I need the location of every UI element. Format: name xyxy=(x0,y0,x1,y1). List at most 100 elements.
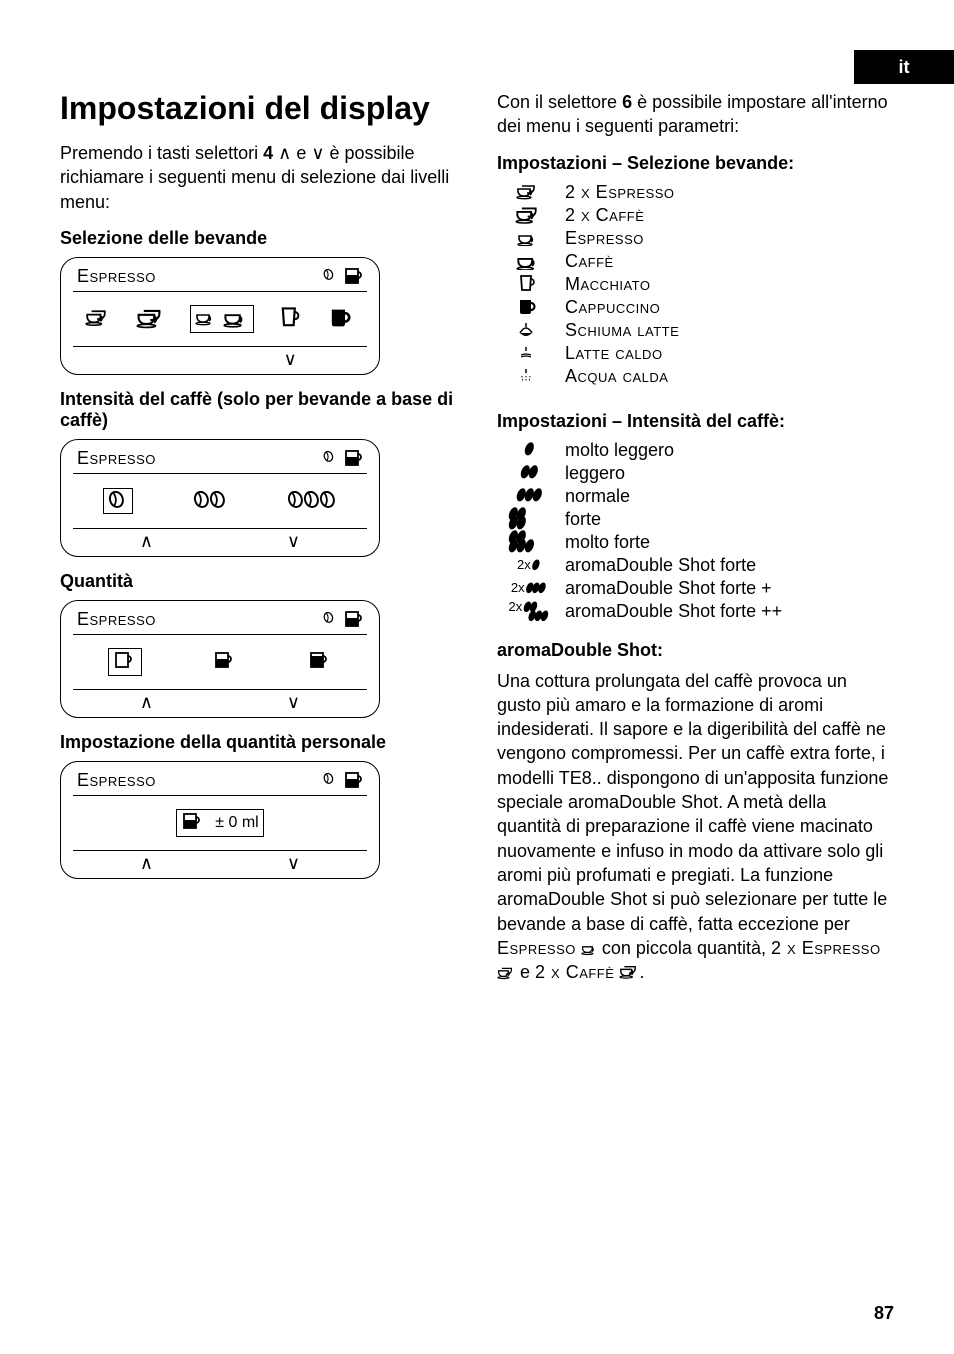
list-item: ⬮⬮leggero xyxy=(507,463,894,484)
section-intensity-settings: Impostazioni – Intensità del caffè: xyxy=(497,411,894,432)
aroma-2caf: 2 x Caffè xyxy=(535,962,614,982)
aroma-body-1: Una cottura prolungata del caffè provoca… xyxy=(497,671,888,934)
display-title: Espresso xyxy=(77,609,156,630)
list-label: aromaDouble Shot forte + xyxy=(565,578,772,599)
list-item: Macchiato xyxy=(507,274,894,295)
size-cup-icon xyxy=(343,449,363,467)
page-number: 87 xyxy=(874,1303,894,1324)
cappuccino-icon xyxy=(507,297,547,317)
cup-full-icon xyxy=(308,651,332,673)
list-item: ⬮⬮⬮⬮ forte xyxy=(507,509,894,530)
list-label: 2 x Espresso xyxy=(565,182,675,203)
list-item: 2x ⬮⬮ ⬮⬮⬮ aromaDouble Shot forte ++ xyxy=(507,601,894,622)
chevron-up-icon: ∧ xyxy=(278,143,291,163)
selected-group xyxy=(108,648,142,676)
double-shot-2-icon: 2x ⬮⬮⬮ xyxy=(507,580,547,596)
double-espresso-icon xyxy=(85,308,111,330)
chevron-down-icon: ∨ xyxy=(287,693,300,711)
bean-icon xyxy=(108,491,128,511)
beans-2-icon xyxy=(193,491,227,511)
cup-mid-icon xyxy=(213,651,237,673)
display-beverage-selection: Espresso xyxy=(60,257,380,375)
selected-group: ± 0 ml xyxy=(176,809,263,837)
section-beverage-settings: Impostazioni – Selezione bevande: xyxy=(497,153,894,174)
espresso-icon xyxy=(195,309,217,329)
beverage-list: 2 x Espresso 2 x Caffè Espresso Caffè Ma… xyxy=(507,182,894,387)
aroma-body: Una cottura prolungata del caffè provoca… xyxy=(497,669,894,985)
size-cup-icon xyxy=(343,267,363,285)
list-label: molto forte xyxy=(565,532,650,553)
intro-mid: e xyxy=(291,143,311,163)
right-column: Con il selettore 6 è possibile impostare… xyxy=(497,90,894,984)
section-label-beverage: Selezione delle bevande xyxy=(60,228,457,249)
display-title: Espresso xyxy=(77,770,156,791)
list-item: Espresso xyxy=(507,228,894,249)
r-intro-key: 6 xyxy=(622,92,632,112)
section-label-personal-qty: Impostazione della quantità personale xyxy=(60,732,457,753)
display-intensity: Espresso xyxy=(60,439,380,557)
page-title: Impostazioni del display xyxy=(60,90,457,127)
double-shot-1-icon: 2x ⬮ xyxy=(507,557,547,573)
list-item: Cappuccino xyxy=(507,297,894,318)
intensity-list: ⬮ molto leggero ⬮⬮leggero ⬮⬮⬮normale ⬮⬮⬮⬮… xyxy=(507,440,894,622)
double-espresso-icon xyxy=(507,183,547,201)
list-item: 2x ⬮ aromaDouble Shot forte xyxy=(507,555,894,576)
display-quantity: Espresso ∧ ∨ xyxy=(60,600,380,718)
list-label: Espresso xyxy=(565,228,644,249)
list-item: Schiuma latte xyxy=(507,320,894,341)
aroma-2esp: 2 x Espresso xyxy=(771,938,881,958)
chevron-down-icon: ∨ xyxy=(287,854,300,872)
beans-1-icon: ⬮ xyxy=(507,441,547,459)
display-title: Espresso xyxy=(77,266,156,287)
aroma-mid: con piccola quantità, xyxy=(597,938,771,958)
list-label: forte xyxy=(565,509,601,530)
language-tab: it xyxy=(854,50,954,84)
espresso-icon xyxy=(507,230,547,246)
section-label-quantity: Quantità xyxy=(60,571,457,592)
beans-4-icon: ⬮⬮⬮⬮ xyxy=(507,510,547,529)
aroma-and: e xyxy=(515,962,535,982)
display-personal-quantity: Espresso ± 0 ml ∧ ∨ xyxy=(60,761,380,879)
list-label: aromaDouble Shot forte ++ xyxy=(565,601,782,622)
macchiato-icon xyxy=(507,274,547,294)
list-label: 2 x Caffè xyxy=(565,205,644,226)
left-column: Impostazioni del display Premendo i tast… xyxy=(60,90,457,984)
cappuccino-icon xyxy=(327,306,355,332)
chevron-up-icon: ∧ xyxy=(140,693,153,711)
quantity-value: ± 0 ml xyxy=(215,814,258,832)
list-label: normale xyxy=(565,486,630,507)
list-item: Acqua calda xyxy=(507,366,894,387)
double-espresso-icon xyxy=(497,966,515,980)
list-item: Caffè xyxy=(507,251,894,272)
aroma-end: . xyxy=(639,962,644,982)
list-label: aromaDouble Shot forte xyxy=(565,555,756,576)
coffee-icon xyxy=(223,308,249,330)
intro-text: Premendo i tasti selettori 4 ∧ e ∨ è pos… xyxy=(60,141,457,214)
chevron-up-icon: ∧ xyxy=(140,854,153,872)
list-label: Macchiato xyxy=(565,274,650,295)
intro-key: 4 xyxy=(263,143,273,163)
list-label: molto leggero xyxy=(565,440,674,461)
r-intro-pre: Con il selettore xyxy=(497,92,622,112)
list-item: 2 x Caffè xyxy=(507,205,894,226)
list-item: ⬮⬮⬮normale xyxy=(507,486,894,507)
list-item: Latte caldo xyxy=(507,343,894,364)
list-label: leggero xyxy=(565,463,625,484)
intro-pre: Premendo i tasti selettori xyxy=(60,143,263,163)
right-intro: Con il selettore 6 è possibile impostare… xyxy=(497,90,894,139)
list-item: ⬮ molto leggero xyxy=(507,440,894,461)
bean-icon xyxy=(323,451,337,465)
double-shot-3-icon: 2x ⬮⬮ ⬮⬮⬮ xyxy=(507,602,547,620)
selected-group xyxy=(190,305,254,333)
bean-icon xyxy=(323,773,337,787)
size-cup-icon xyxy=(343,610,363,628)
beans-3-icon xyxy=(287,491,337,511)
cup-mid-icon xyxy=(181,812,205,834)
chevron-up-icon: ∧ xyxy=(140,532,153,550)
section-label-intensity: Intensità del caffè (solo per bevande a … xyxy=(60,389,457,431)
list-item: 2x ⬮⬮⬮ aromaDouble Shot forte + xyxy=(507,578,894,599)
list-item: ⬮⬮⬮⬮⬮molto forte xyxy=(507,532,894,553)
chevron-down-icon: ∨ xyxy=(284,350,297,368)
aroma-title: aromaDouble Shot: xyxy=(497,640,894,661)
bean-icon xyxy=(323,269,337,283)
